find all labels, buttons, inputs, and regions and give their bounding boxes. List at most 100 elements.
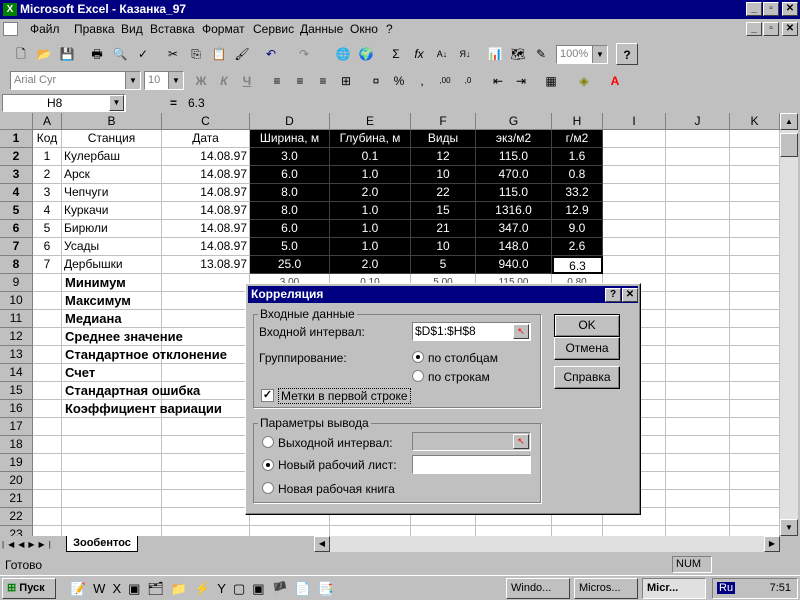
- data-cell[interactable]: 14.08.97: [162, 220, 250, 238]
- scroll-thumb[interactable]: [780, 133, 798, 157]
- horizontal-scrollbar[interactable]: [330, 536, 764, 552]
- data-cell[interactable]: 0.8: [552, 166, 603, 184]
- header-cell[interactable]: Дата: [162, 130, 250, 148]
- grid-cell[interactable]: [33, 472, 62, 490]
- new-book-label[interactable]: Новая рабочая книга: [278, 482, 395, 496]
- task-word[interactable]: Micros...: [574, 578, 638, 599]
- print-icon[interactable]: 🖶: [86, 43, 108, 65]
- data-cell[interactable]: 2.0: [330, 184, 411, 202]
- align-right-icon[interactable]: ≡: [312, 70, 334, 92]
- collapse-dialog-icon[interactable]: ↖: [513, 324, 529, 339]
- align-left-icon[interactable]: ≡: [266, 70, 288, 92]
- output-range-radio[interactable]: [262, 436, 274, 448]
- data-cell[interactable]: 1.0: [330, 202, 411, 220]
- header-cell[interactable]: Виды: [411, 130, 476, 148]
- data-cell[interactable]: 3: [33, 184, 62, 202]
- hyperlink-icon[interactable]: 🌍: [355, 43, 377, 65]
- data-cell[interactable]: Бирюли: [62, 220, 162, 238]
- scroll-up-icon[interactable]: ▲: [780, 113, 798, 130]
- data-cell[interactable]: 940.0: [476, 256, 552, 274]
- grid-cell[interactable]: [330, 526, 411, 536]
- data-cell[interactable]: 1316.0: [476, 202, 552, 220]
- grid-cell[interactable]: [33, 436, 62, 454]
- data-cell[interactable]: 1.6: [552, 148, 603, 166]
- close-icon[interactable]: ✕: [622, 288, 638, 302]
- column-header[interactable]: J: [666, 113, 730, 130]
- grid-cell[interactable]: [250, 526, 330, 536]
- task-excel[interactable]: Micr...: [642, 578, 706, 599]
- grid-cell[interactable]: [666, 238, 730, 256]
- cancel-button[interactable]: Отмена: [554, 337, 620, 360]
- stat-label[interactable]: Максимум: [62, 292, 252, 310]
- grid-cell[interactable]: [33, 490, 62, 508]
- data-cell[interactable]: Усады: [62, 238, 162, 256]
- redo-icon[interactable]: ↷: [293, 43, 315, 65]
- grid-cell[interactable]: [666, 202, 730, 220]
- grid-cell[interactable]: [730, 526, 780, 536]
- web-toolbar-icon[interactable]: 🌐: [332, 43, 354, 65]
- data-cell[interactable]: 5.0: [250, 238, 330, 256]
- menu-format[interactable]: Формат: [202, 22, 245, 36]
- chevron-down-icon[interactable]: ▼: [109, 95, 124, 111]
- maximize-button[interactable]: ▫: [763, 2, 779, 16]
- output-range-label[interactable]: Выходной интервал:: [278, 436, 393, 450]
- grid-cell[interactable]: [603, 220, 666, 238]
- data-cell[interactable]: 0.1: [330, 148, 411, 166]
- column-header[interactable]: D: [250, 113, 330, 130]
- row-header[interactable]: 5: [0, 202, 33, 220]
- menu-view[interactable]: Вид: [121, 22, 143, 36]
- data-cell[interactable]: 7: [33, 256, 62, 274]
- grid-cell[interactable]: [666, 454, 730, 472]
- data-cell[interactable]: 4: [33, 202, 62, 220]
- row-header[interactable]: 4: [0, 184, 33, 202]
- grid-cell[interactable]: [162, 454, 250, 472]
- grid-cell[interactable]: [666, 382, 730, 400]
- data-cell[interactable]: Чепчуги: [62, 184, 162, 202]
- doc-restore-button[interactable]: ▫: [763, 22, 779, 36]
- zoom-combo[interactable]: 100% ▼: [556, 45, 608, 64]
- help-icon[interactable]: ?: [605, 288, 621, 302]
- grid-cell[interactable]: [666, 346, 730, 364]
- office-assistant-icon[interactable]: ?: [616, 43, 638, 65]
- column-header[interactable]: K: [730, 113, 780, 130]
- help-button[interactable]: Справка: [554, 366, 620, 389]
- quick-launch-icons[interactable]: 📝WX▣🗂📁⚡Y▢▣🏴📄📑: [70, 581, 490, 597]
- new-sheet-radio[interactable]: [262, 459, 274, 471]
- row-header[interactable]: 10: [0, 292, 33, 310]
- font-color-icon[interactable]: A: [604, 70, 626, 92]
- by-columns-radio[interactable]: [412, 351, 424, 363]
- grid-cell[interactable]: [730, 274, 780, 292]
- grid-cell[interactable]: [666, 148, 730, 166]
- hscroll-left-icon[interactable]: ◀: [314, 536, 330, 552]
- data-cell[interactable]: 13.08.97: [162, 256, 250, 274]
- chevron-down-icon[interactable]: ▼: [125, 72, 140, 89]
- sort-descending-icon[interactable]: Я↓: [454, 43, 476, 65]
- grid-cell[interactable]: [33, 328, 62, 346]
- ok-button[interactable]: OK: [554, 314, 620, 337]
- data-cell[interactable]: 6.0: [250, 166, 330, 184]
- bold-button[interactable]: Ж: [190, 70, 212, 92]
- increase-indent-icon[interactable]: ⇥: [510, 70, 532, 92]
- drawing-icon[interactable]: ✎: [530, 43, 552, 65]
- grid-cell[interactable]: [730, 130, 780, 148]
- grid-cell[interactable]: [666, 508, 730, 526]
- data-cell[interactable]: Дербышки: [62, 256, 162, 274]
- data-cell[interactable]: 115.0: [476, 148, 552, 166]
- header-cell[interactable]: Станция: [62, 130, 162, 148]
- percent-icon[interactable]: %: [388, 70, 410, 92]
- new-book-radio[interactable]: [262, 482, 274, 494]
- sort-ascending-icon[interactable]: A↓: [431, 43, 453, 65]
- stat-label[interactable]: Минимум: [62, 274, 252, 292]
- row-header[interactable]: 8: [0, 256, 33, 274]
- grid-cell[interactable]: [603, 130, 666, 148]
- row-header[interactable]: 7: [0, 238, 33, 256]
- menu-window[interactable]: Окно: [350, 22, 378, 36]
- menu-tools[interactable]: Сервис: [253, 22, 294, 36]
- labels-checkbox[interactable]: ✓: [261, 389, 274, 402]
- grid-cell[interactable]: [666, 292, 730, 310]
- grid-cell[interactable]: [730, 400, 780, 418]
- row-header[interactable]: 18: [0, 436, 33, 454]
- increase-decimal-icon[interactable]: ,00: [434, 70, 456, 92]
- data-cell[interactable]: 8.0: [250, 184, 330, 202]
- grid-cell[interactable]: [603, 526, 666, 536]
